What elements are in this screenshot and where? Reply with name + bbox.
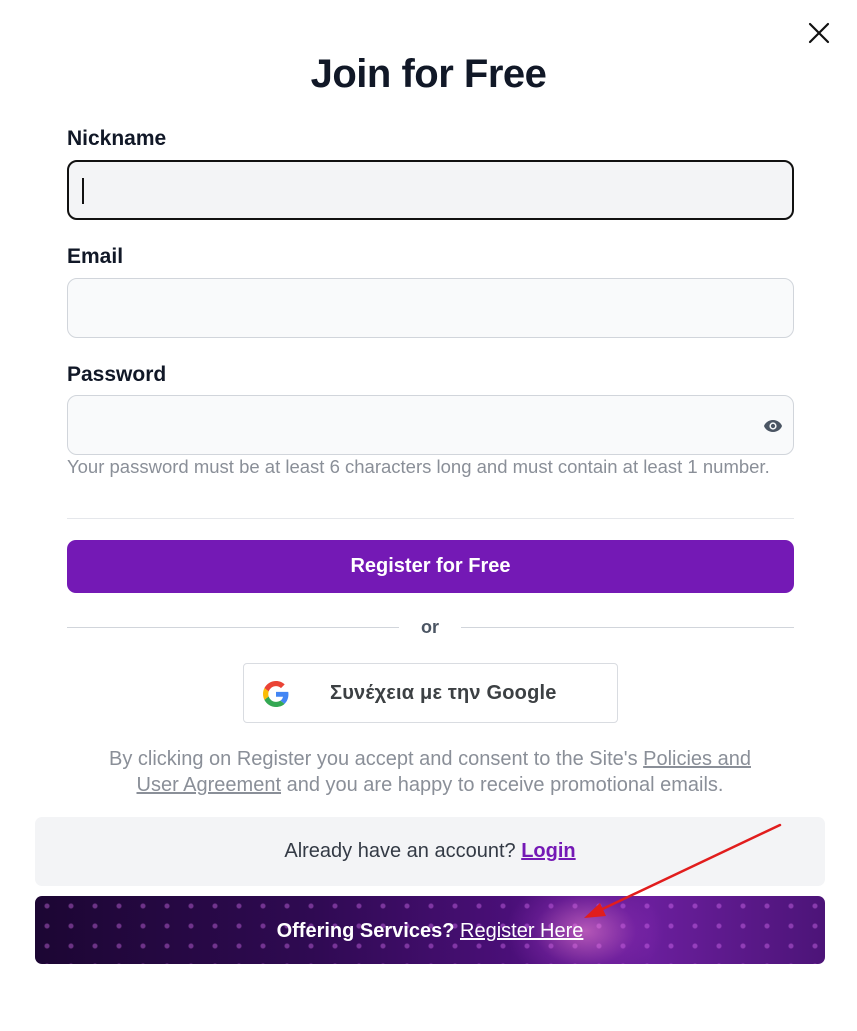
register-button[interactable]: Register for Free: [67, 540, 794, 593]
email-field-wrapper: [67, 278, 794, 338]
form-divider: [67, 518, 794, 519]
services-text: Offering Services? Register Here: [35, 896, 825, 964]
close-button[interactable]: [806, 20, 832, 46]
email-label: Email: [67, 245, 124, 268]
separator-line-right: [461, 627, 794, 628]
password-label: Password: [67, 363, 167, 386]
legal-text-suffix: and you are happy to receive promotional…: [281, 774, 724, 796]
text-caret: [82, 178, 84, 204]
separator-line-left: [67, 627, 399, 628]
services-banner: Offering Services? Register Here: [35, 896, 825, 964]
services-prompt: Offering Services?: [276, 920, 455, 942]
legal-text-prefix: By clicking on Register you accept and c…: [109, 748, 644, 770]
login-prompt: Already have an account?: [284, 840, 516, 862]
google-signin-button[interactable]: Συνέχεια με την Google: [243, 663, 618, 723]
nickname-label: Nickname: [67, 127, 167, 150]
eye-icon[interactable]: [763, 418, 783, 434]
nickname-input[interactable]: [69, 162, 792, 218]
nickname-field-wrapper: [67, 160, 794, 220]
login-link[interactable]: Login: [521, 840, 575, 862]
dialog-title: Join for Free: [310, 52, 547, 96]
legal-notice: By clicking on Register you accept and c…: [90, 746, 770, 798]
login-banner: Already have an account? Login: [35, 817, 825, 886]
google-signin-label: Συνέχεια με την Google: [330, 682, 557, 704]
register-here-link[interactable]: Register Here: [460, 920, 583, 942]
google-logo-icon: [263, 681, 289, 707]
email-input[interactable]: [68, 279, 793, 337]
close-icon: [808, 22, 830, 44]
password-field-wrapper: [67, 395, 794, 455]
password-input[interactable]: [68, 396, 793, 454]
password-hint: Your password must be at least 6 charact…: [67, 456, 770, 477]
separator-label: or: [421, 617, 439, 637]
